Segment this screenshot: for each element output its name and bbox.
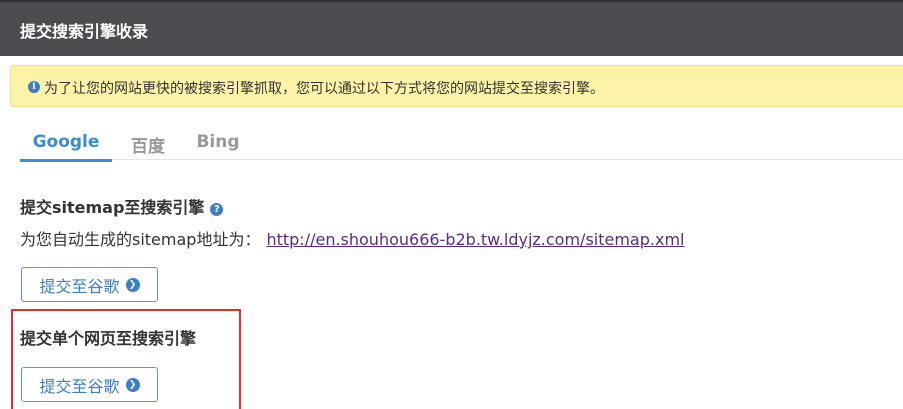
info-icon: i (28, 81, 40, 93)
search-engine-tabs: Google 百度 Bing (20, 130, 903, 162)
tab-google[interactable]: Google (20, 132, 112, 162)
submit-sitemap-button-label: 提交至谷歌 (39, 276, 120, 296)
tab-bing[interactable]: Bing (196, 132, 240, 160)
tab-baidu[interactable]: 百度 (130, 132, 166, 160)
single-page-section-title: 提交单个网页至搜索引擎 (20, 329, 197, 348)
sitemap-section-title-text: 提交sitemap至搜索引擎 (20, 198, 205, 217)
chevron-right-circle-icon: ❯ (125, 377, 140, 392)
dialog-title: 提交搜索引擎收录 (20, 22, 149, 41)
info-notice: i 为了让您的网站更快的被搜索引擎抓取，您可以通过以下方式将您的网站提交至搜索引… (10, 65, 903, 107)
dialog-header: 提交搜索引擎收录 (0, 0, 903, 56)
chevron-right-circle-icon: ❯ (125, 277, 140, 292)
submit-single-page-to-google-button[interactable]: 提交至谷歌 ❯ (21, 367, 158, 402)
sitemap-section-title: 提交sitemap至搜索引擎? (20, 194, 224, 218)
sitemap-address-row: 为您自动生成的sitemap地址为： http://en.shouhou666-b… (20, 226, 684, 250)
submit-single-page-button-label: 提交至谷歌 (39, 376, 120, 396)
submit-sitemap-to-google-button[interactable]: 提交至谷歌 ❯ (21, 267, 158, 302)
notice-text: 为了让您的网站更快的被搜索引擎抓取，您可以通过以下方式将您的网站提交至搜索引擎。 (44, 81, 604, 97)
sitemap-url-link[interactable]: http://en.shouhou666-b2b.tw.ldyjz.com/si… (266, 230, 684, 249)
question-circle-icon[interactable]: ? (210, 203, 224, 216)
sitemap-address-label: 为您自动生成的sitemap地址为： (20, 230, 261, 249)
